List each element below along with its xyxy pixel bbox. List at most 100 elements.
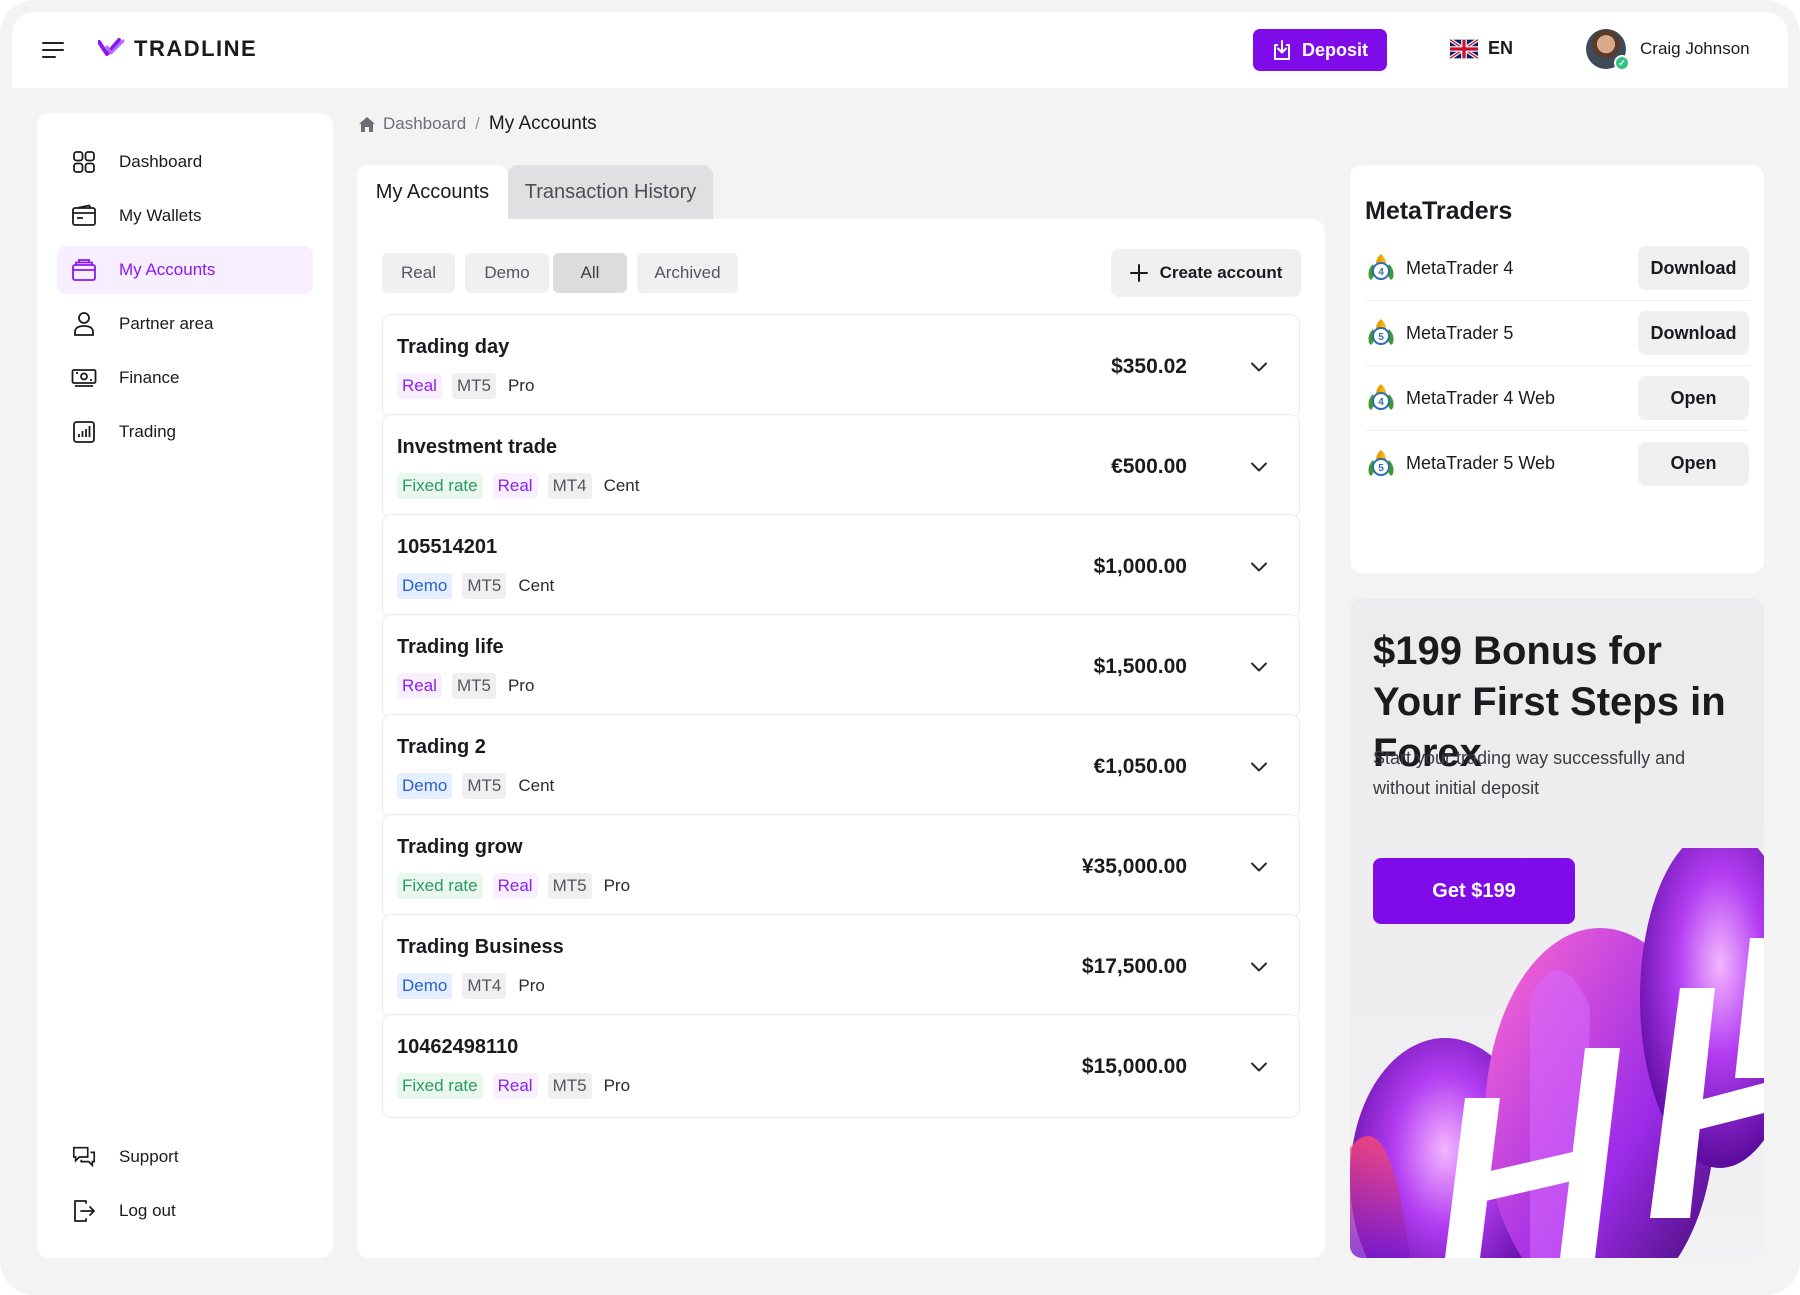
sidebar-item-support[interactable]: Support (57, 1133, 313, 1181)
account-name: Investment trade (397, 436, 558, 458)
account-tags: Demo MT5 Cent (397, 773, 556, 799)
accounts-icon (71, 257, 97, 283)
chevron-down-icon[interactable] (1247, 855, 1271, 879)
account-name: 10462498110 (397, 1036, 519, 1058)
filter-all[interactable]: All (553, 253, 627, 293)
metatrader-row: 4 MetaTrader 4 Download (1365, 236, 1749, 301)
chevron-down-icon[interactable] (1247, 355, 1271, 379)
metatrader-logo-icon: 5 (1368, 319, 1394, 345)
account-card[interactable]: Trading grow Fixed rate Real MT5 Pro ¥35,000.… (382, 814, 1300, 918)
account-tag: MT5 (451, 373, 496, 399)
account-name: Trading 2 (397, 736, 486, 758)
app-frame: TRADLINE Deposit EN ✓ Craig Johnson Dash… (0, 0, 1800, 1295)
logout-icon (71, 1198, 97, 1224)
filter-real[interactable]: Real (382, 253, 455, 293)
account-tag: Fixed rate (397, 473, 483, 499)
account-tags: Demo MT4 Pro (397, 973, 547, 999)
sidebar-item-my-accounts[interactable]: My Accounts (57, 246, 313, 294)
language-selector[interactable]: EN (1450, 38, 1513, 59)
metatrader-row: 5 MetaTrader 5 Web Open (1365, 431, 1749, 496)
menu-icon[interactable] (42, 39, 68, 61)
brand-name: TRADLINE (134, 36, 258, 61)
account-balance: $350.02 (1111, 355, 1187, 378)
person-icon (71, 311, 97, 337)
chevron-down-icon[interactable] (1247, 755, 1271, 779)
account-tags: Fixed rate Real MT4 Cent (397, 473, 641, 499)
filter-archived[interactable]: Archived (637, 253, 738, 293)
account-card[interactable]: Investment trade Fixed rate Real MT4 Cent €50… (382, 414, 1300, 518)
sidebar-item-trading[interactable]: Trading (57, 408, 313, 456)
chevron-down-icon[interactable] (1247, 1055, 1271, 1079)
account-tag: MT5 (547, 873, 592, 899)
account-tag: Pro (507, 376, 535, 395)
account-tag: MT5 (547, 1073, 592, 1099)
account-tag: Cent (518, 576, 555, 595)
create-account-button[interactable]: Create account (1111, 249, 1301, 297)
brand-logo[interactable]: TRADLINE (98, 36, 257, 62)
account-card[interactable]: Trading life Real MT5 Pro $1,500.00 (382, 614, 1300, 718)
account-tag: Demo (397, 973, 453, 999)
svg-text:4: 4 (1378, 267, 1384, 278)
sidebar-item-my-wallets[interactable]: My Wallets (57, 192, 313, 240)
account-card[interactable]: 10462498110 Fixed rate Real MT5 Pro $15,000.0… (382, 1014, 1300, 1118)
account-tag: Real (397, 373, 442, 399)
metatrader-name: MetaTrader 5 (1406, 322, 1514, 343)
account-tag: Fixed rate (397, 1073, 483, 1099)
account-balance: ¥35,000.00 (1081, 855, 1187, 878)
sidebar-item-finance[interactable]: Finance (57, 354, 313, 402)
top-bar: TRADLINE Deposit EN ✓ Craig Johnson (12, 12, 1788, 88)
account-tag: Demo (397, 773, 453, 799)
home-icon (359, 116, 375, 132)
account-card[interactable]: Trading day Real MT5 Pro $350.02 (382, 314, 1300, 418)
open-button[interactable]: Open (1638, 441, 1749, 486)
metatraders-title: MetaTraders (1365, 197, 1513, 225)
tab-transaction-history[interactable]: Transaction History (508, 165, 713, 219)
breadcrumb-home[interactable]: Dashboard (358, 114, 466, 134)
get-bonus-button[interactable]: Get $199 (1373, 858, 1575, 924)
money-icon (71, 365, 97, 391)
sidebar-item-label: Support (119, 1147, 179, 1166)
chevron-down-icon[interactable] (1247, 555, 1271, 579)
account-card[interactable]: Trading 2 Demo MT5 Cent €1,050.00 (382, 714, 1300, 818)
promo-banner: $199 Bonus for Your First Steps in Forex… (1350, 598, 1764, 1258)
account-tag: MT5 (462, 573, 507, 599)
account-tag: MT4 (547, 473, 592, 499)
account-card[interactable]: Trading Business Demo MT4 Pro $17,500.00 (382, 914, 1300, 1018)
user-menu[interactable]: ✓ Craig Johnson (1586, 29, 1750, 71)
sidebar-item-label: My Wallets (119, 206, 202, 225)
tab-my-accounts[interactable]: My Accounts (357, 165, 508, 219)
account-tag: Pro (518, 976, 545, 995)
sidebar-item-label: My Accounts (119, 260, 216, 279)
sidebar-item-partner-area[interactable]: Partner area (57, 300, 313, 348)
open-button[interactable]: Open (1638, 376, 1749, 420)
account-tags: Real MT5 Pro (397, 673, 536, 699)
sidebar-item-log-out[interactable]: Log out (57, 1187, 313, 1235)
accounts-panel: Real Demo All Archived Create account Tr… (357, 219, 1325, 1258)
chevron-down-icon[interactable] (1247, 955, 1271, 979)
wallet-icon (71, 203, 97, 229)
deposit-icon (1273, 40, 1290, 60)
account-tag: MT5 (462, 773, 507, 799)
download-button[interactable]: Download (1638, 246, 1749, 290)
metatrader-name: MetaTrader 5 Web (1406, 453, 1556, 473)
sidebar-item-label: Partner area (119, 314, 214, 333)
account-tag: Real (492, 873, 538, 899)
account-tags: Fixed rate Real MT5 Pro (397, 873, 632, 899)
account-balance: €500.00 (1111, 455, 1187, 478)
sidebar-item-dashboard[interactable]: Dashboard (57, 138, 313, 186)
account-card[interactable]: 105514201 Demo MT5 Cent $1,000.00 (382, 514, 1300, 618)
account-tag: Pro (603, 1076, 631, 1095)
svg-text:4: 4 (1378, 397, 1384, 408)
chevron-down-icon[interactable] (1247, 655, 1271, 679)
account-tag: Cent (518, 776, 555, 795)
metatrader-logo-icon: 4 (1368, 254, 1394, 280)
sidebar-item-label: Finance (119, 368, 180, 387)
metatraders-panel: MetaTraders 4 MetaTrader 4 Download 5 MetaTr… (1350, 165, 1764, 573)
filter-demo[interactable]: Demo (465, 253, 549, 293)
metatrader-row: 4 MetaTrader 4 Web Open (1365, 366, 1749, 431)
verified-check-icon: ✓ (1614, 55, 1630, 71)
breadcrumb-home-label: Dashboard (383, 114, 467, 133)
deposit-button[interactable]: Deposit (1253, 29, 1387, 71)
download-button[interactable]: Download (1638, 311, 1749, 355)
chevron-down-icon[interactable] (1247, 455, 1271, 479)
